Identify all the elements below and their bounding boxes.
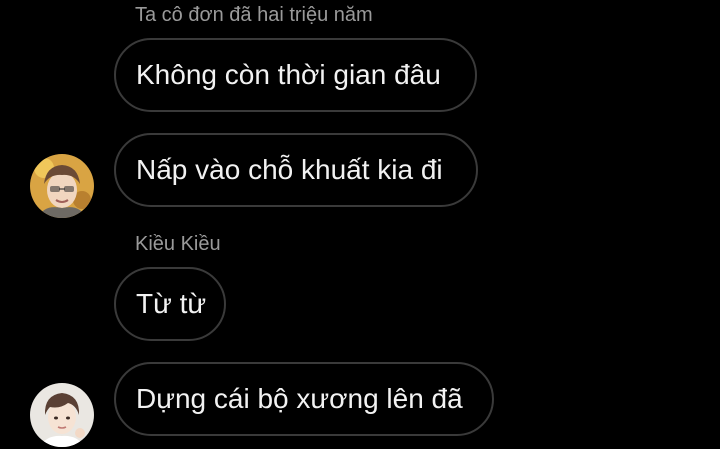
message-text: Nấp vào chỗ khuất kia đi xyxy=(136,154,443,185)
message-bubble[interactable]: Nấp vào chỗ khuất kia đi xyxy=(114,133,478,207)
message-bubble[interactable]: Từ từ xyxy=(114,267,226,341)
sender-name: Kiều Kiều xyxy=(135,233,221,255)
avatar-icon xyxy=(30,383,94,447)
message-text: Từ từ xyxy=(136,288,207,319)
chat-thread: Ta cô đơn đã hai triệu năm Không còn thờ… xyxy=(0,0,720,449)
avatar[interactable] xyxy=(30,154,94,218)
message-bubble[interactable]: Không còn thời gian đâu xyxy=(114,38,477,112)
message-bubble[interactable]: Dựng cái bộ xương lên đã xyxy=(114,362,494,436)
avatar-icon xyxy=(30,154,94,218)
message-text: Dựng cái bộ xương lên đã xyxy=(136,383,463,414)
avatar[interactable] xyxy=(30,383,94,447)
sender-name: Ta cô đơn đã hai triệu năm xyxy=(135,4,373,26)
message-text: Không còn thời gian đâu xyxy=(136,59,441,90)
